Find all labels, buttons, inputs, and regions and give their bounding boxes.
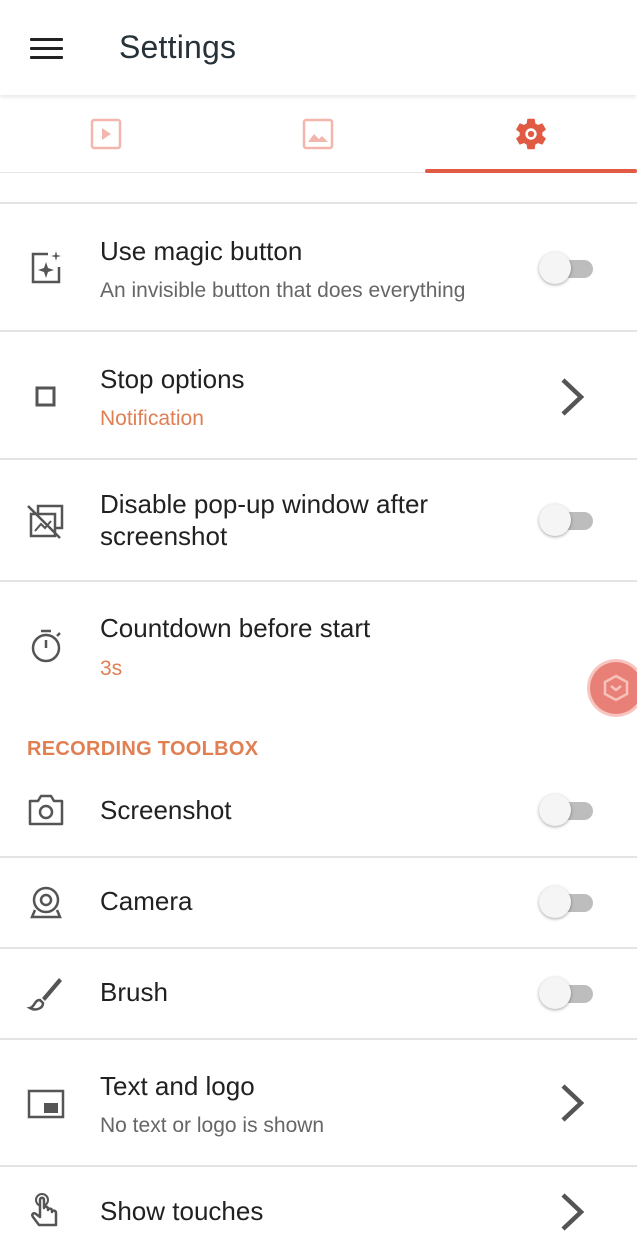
tab-videos[interactable] — [0, 95, 212, 172]
camera-toggle[interactable] — [539, 882, 595, 922]
tab-selected-indicator — [424, 169, 637, 173]
settings-screen: Settings Use magic button An invisible b… — [0, 0, 637, 1255]
setting-row-magic-button[interactable]: Use magic button An invisible button tha… — [0, 202, 637, 330]
setting-subtitle: An invisible button that does everything — [100, 279, 466, 302]
setting-title: Screenshot — [100, 795, 232, 825]
touch-hand-icon — [31, 1193, 58, 1227]
timer-icon — [31, 629, 61, 663]
setting-title: Text and logo — [100, 1071, 255, 1101]
app-bar: Settings — [0, 0, 637, 95]
tab-bar — [0, 95, 637, 173]
picture-in-picture-icon — [27, 1089, 65, 1119]
video-play-icon — [90, 118, 122, 149]
brush-toggle[interactable] — [539, 973, 595, 1013]
floating-record-button[interactable] — [590, 662, 637, 714]
setting-title: Show touches — [100, 1196, 264, 1226]
tab-settings[interactable] — [424, 95, 637, 173]
image-icon — [303, 118, 334, 149]
setting-title: Camera — [100, 886, 193, 916]
settings-list: Use magic button An invisible button tha… — [0, 174, 637, 1255]
magic-button-icon — [31, 251, 61, 284]
hamburger-menu-icon[interactable] — [22, 26, 72, 70]
chevron-right-icon — [561, 1084, 585, 1122]
camera-icon — [28, 794, 64, 826]
setting-row-text-and-logo[interactable]: Text and logo No text or logo is shown — [0, 1038, 637, 1165]
setting-row-camera[interactable]: Camera — [0, 856, 637, 947]
setting-row-disable-popup[interactable]: Disable pop-up window after screenshot — [0, 458, 637, 580]
setting-subtitle: No text or logo is shown — [100, 1114, 325, 1137]
tab-images[interactable] — [212, 95, 424, 172]
setting-value: 3s — [100, 657, 123, 680]
setting-row-screenshot[interactable]: Screenshot — [0, 766, 637, 856]
setting-row-brush[interactable]: Brush — [0, 947, 637, 1038]
setting-title: Brush — [100, 977, 168, 1007]
screenshot-toggle[interactable] — [539, 790, 595, 830]
brush-icon — [26, 978, 62, 1011]
no-popup-icon — [27, 504, 64, 539]
setting-title: Stop options — [100, 364, 245, 394]
recorder-logo-icon — [603, 674, 629, 702]
setting-title: Disable pop-up window after screenshot — [100, 489, 429, 551]
page-title: Settings — [119, 29, 237, 65]
chevron-right-icon — [561, 1193, 585, 1231]
webcam-icon — [30, 886, 62, 919]
setting-title: Countdown before start — [100, 613, 371, 643]
gear-icon — [516, 118, 546, 149]
setting-row-show-touches[interactable]: Show touches — [0, 1165, 637, 1255]
chevron-right-icon — [561, 378, 585, 416]
setting-row-countdown[interactable]: Countdown before start 3s — [0, 580, 637, 720]
magic-button-toggle[interactable] — [539, 248, 595, 288]
section-header-recording-toolbox: RECORDING TOOLBOX — [27, 738, 259, 760]
setting-title: Use magic button — [100, 236, 303, 266]
setting-value: Notification — [100, 407, 204, 430]
disable-popup-toggle[interactable] — [539, 500, 595, 540]
stop-square-icon — [35, 386, 56, 407]
setting-row-stop-options[interactable]: Stop options Notification — [0, 330, 637, 458]
